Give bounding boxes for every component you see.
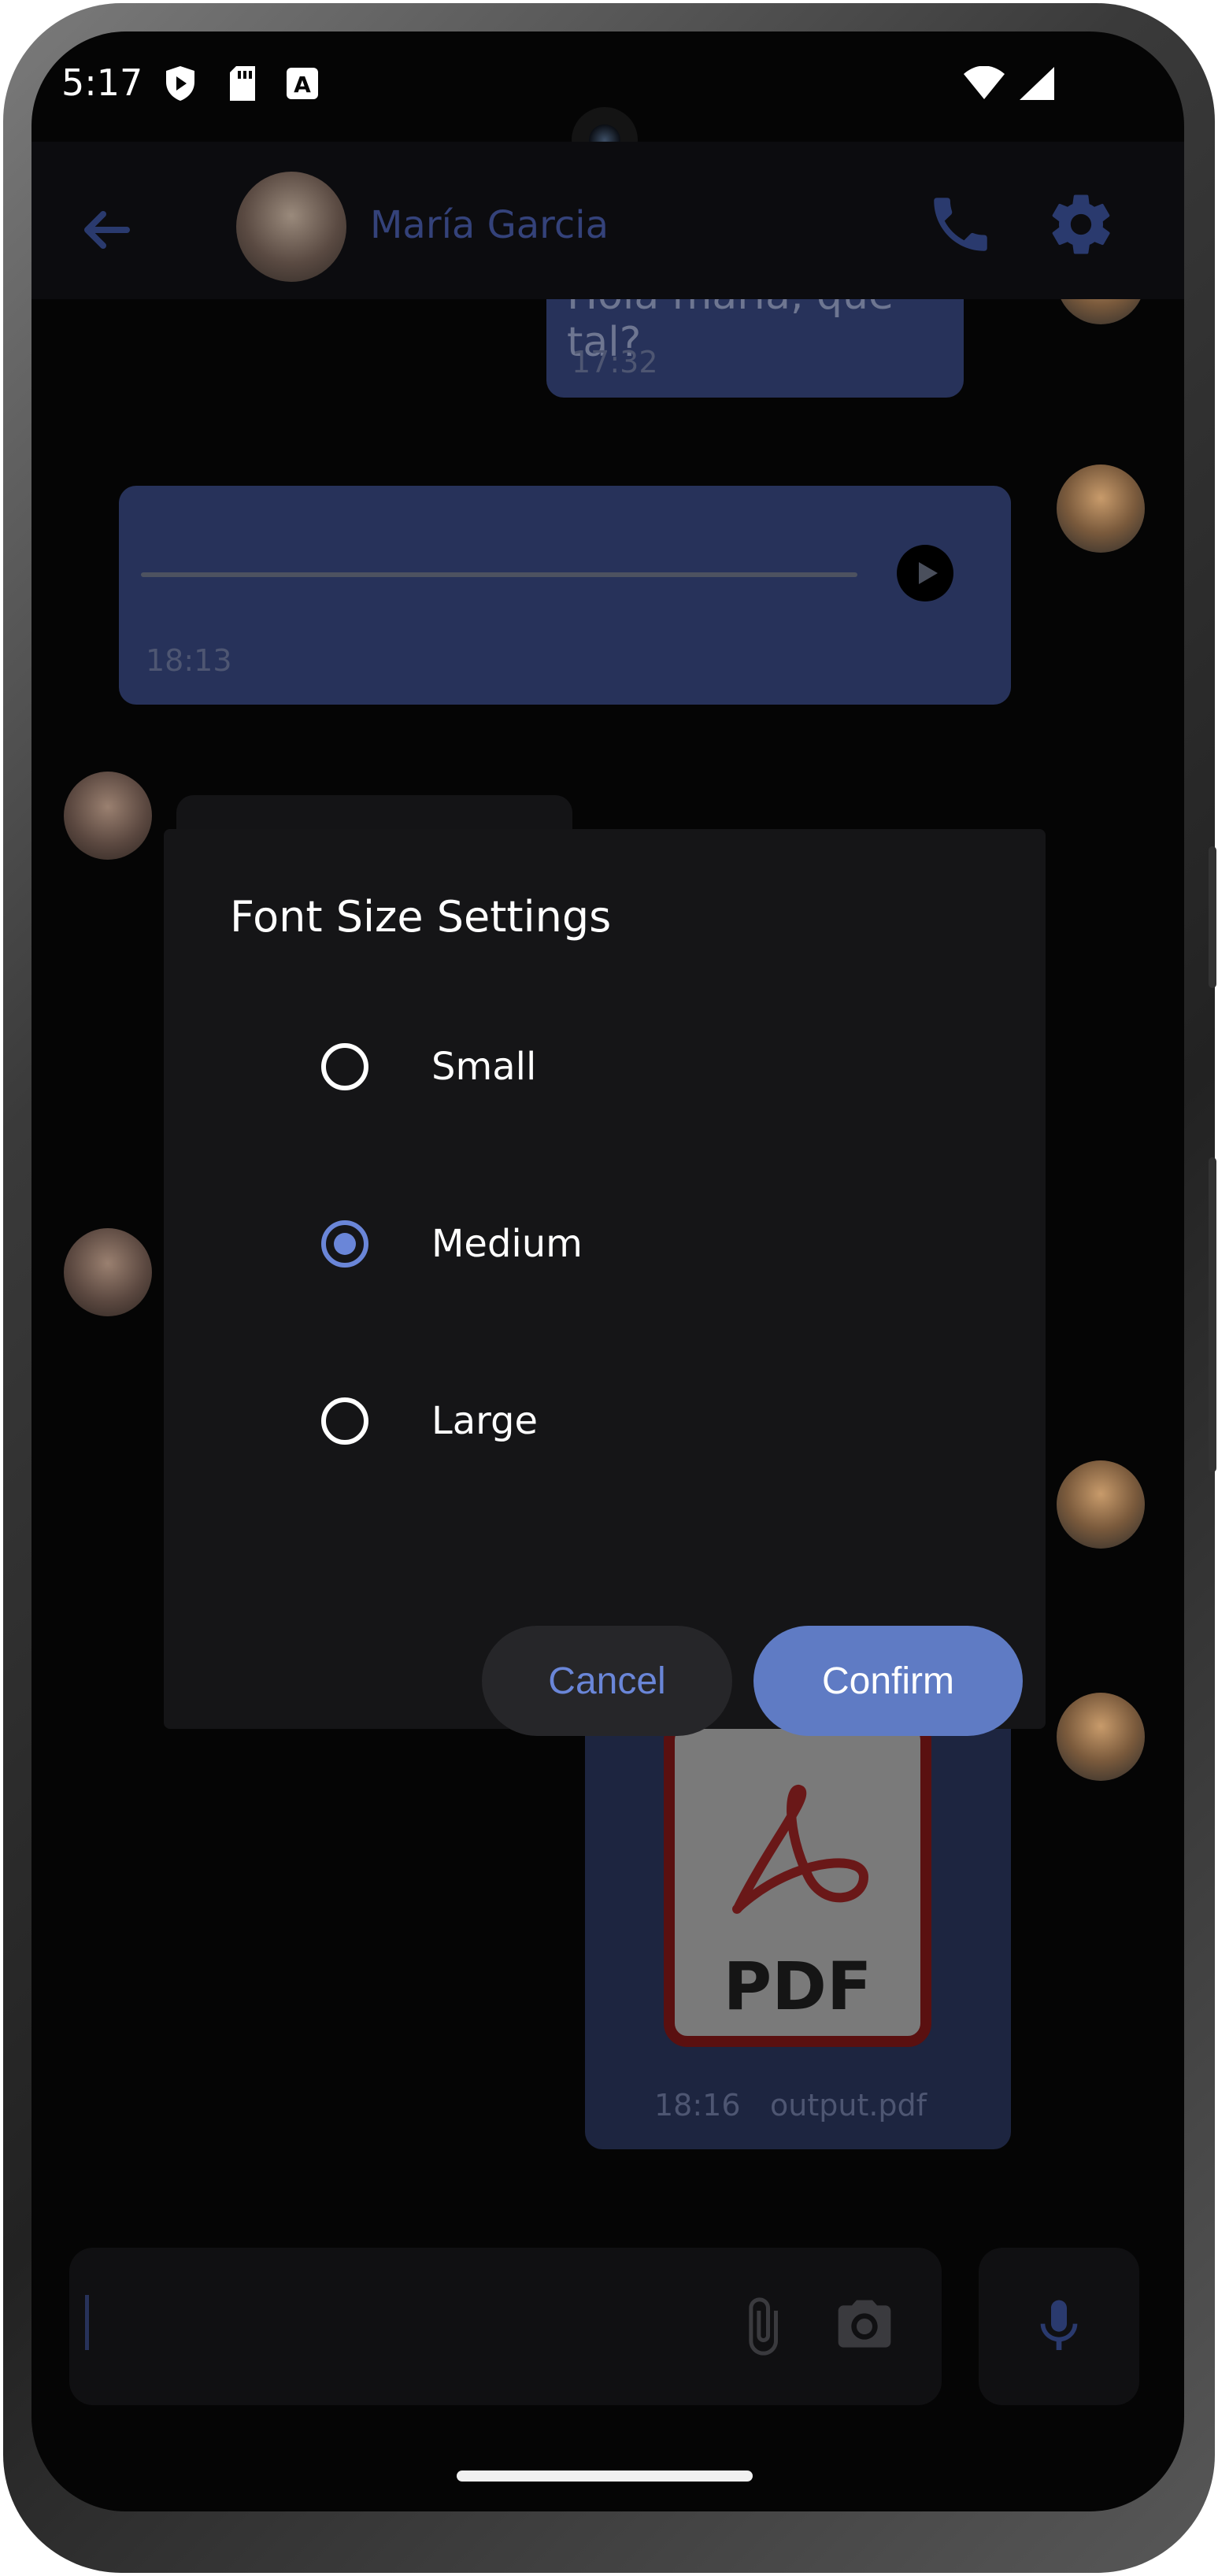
record-button[interactable] xyxy=(979,2248,1139,2405)
back-arrow-icon[interactable] xyxy=(75,198,138,261)
status-time: 5:17 xyxy=(61,61,143,104)
pdf-icon-label: PDF xyxy=(723,1948,872,2025)
sd-card-icon xyxy=(224,65,261,102)
message-bubble-pdf[interactable]: PDF 18:16 output.pdf xyxy=(585,1701,1011,2149)
pdf-filename[interactable]: output.pdf xyxy=(770,2088,927,2123)
volume-button xyxy=(1209,1157,1216,1472)
svg-text:A: A xyxy=(294,72,311,98)
contact-name[interactable]: María Garcia xyxy=(370,203,609,247)
power-button xyxy=(1209,846,1216,988)
avatar xyxy=(1057,299,1145,324)
voice-progress-track[interactable] xyxy=(141,572,857,577)
message-bubble-voice[interactable]: 18:13 xyxy=(119,486,1011,705)
contact-avatar-small xyxy=(64,1228,152,1316)
radio-medium[interactable] xyxy=(321,1220,368,1268)
play-icon[interactable] xyxy=(897,545,953,601)
avatar xyxy=(1057,1693,1145,1781)
radio-large[interactable] xyxy=(321,1397,368,1445)
option-small[interactable]: Small xyxy=(321,1020,872,1114)
option-label[interactable]: Small xyxy=(431,1045,536,1089)
pdf-file-icon[interactable]: PDF xyxy=(664,1716,931,2047)
microphone-icon xyxy=(1027,2295,1090,2358)
cellular-signal-icon xyxy=(1017,65,1057,102)
contact-avatar[interactable] xyxy=(236,172,346,282)
message-time: 18:13 xyxy=(146,643,232,678)
text-cursor xyxy=(85,2295,89,2350)
option-label[interactable]: Medium xyxy=(431,1222,583,1266)
gear-icon[interactable] xyxy=(1046,189,1116,260)
message-time: 18:16 xyxy=(654,2088,741,2123)
cancel-button[interactable]: Cancel xyxy=(482,1626,732,1736)
accessibility-a-icon: A xyxy=(283,65,321,102)
message-input[interactable] xyxy=(69,2248,942,2405)
dialog-title: Font Size Settings xyxy=(230,892,612,942)
avatar xyxy=(1057,1460,1145,1549)
contact-avatar-small xyxy=(64,772,152,860)
shield-play-icon xyxy=(161,65,199,102)
avatar xyxy=(1057,464,1145,553)
phone-screen: 5:17 A María Garcia tal? 17:32 18:13 PDF… xyxy=(31,31,1184,2511)
camera-icon[interactable] xyxy=(833,2295,896,2358)
paperclip-icon[interactable] xyxy=(731,2295,794,2358)
message-bubble-text[interactable]: Hola maría, que tal? 17:32 xyxy=(546,299,964,398)
chat-app-bar: María Garcia xyxy=(31,142,1184,299)
home-gesture-bar[interactable] xyxy=(457,2471,753,2482)
message-time: 17:32 xyxy=(572,345,658,379)
option-medium[interactable]: Medium xyxy=(321,1197,872,1291)
option-large[interactable]: Large xyxy=(321,1374,872,1468)
wifi-icon xyxy=(961,65,1008,102)
option-label[interactable]: Large xyxy=(431,1399,538,1443)
font-size-dialog: Font Size Settings Small Medium Large Ca… xyxy=(164,829,1046,1736)
radio-small[interactable] xyxy=(321,1043,368,1090)
confirm-button[interactable]: Confirm xyxy=(753,1626,1023,1736)
phone-icon[interactable] xyxy=(925,189,996,260)
